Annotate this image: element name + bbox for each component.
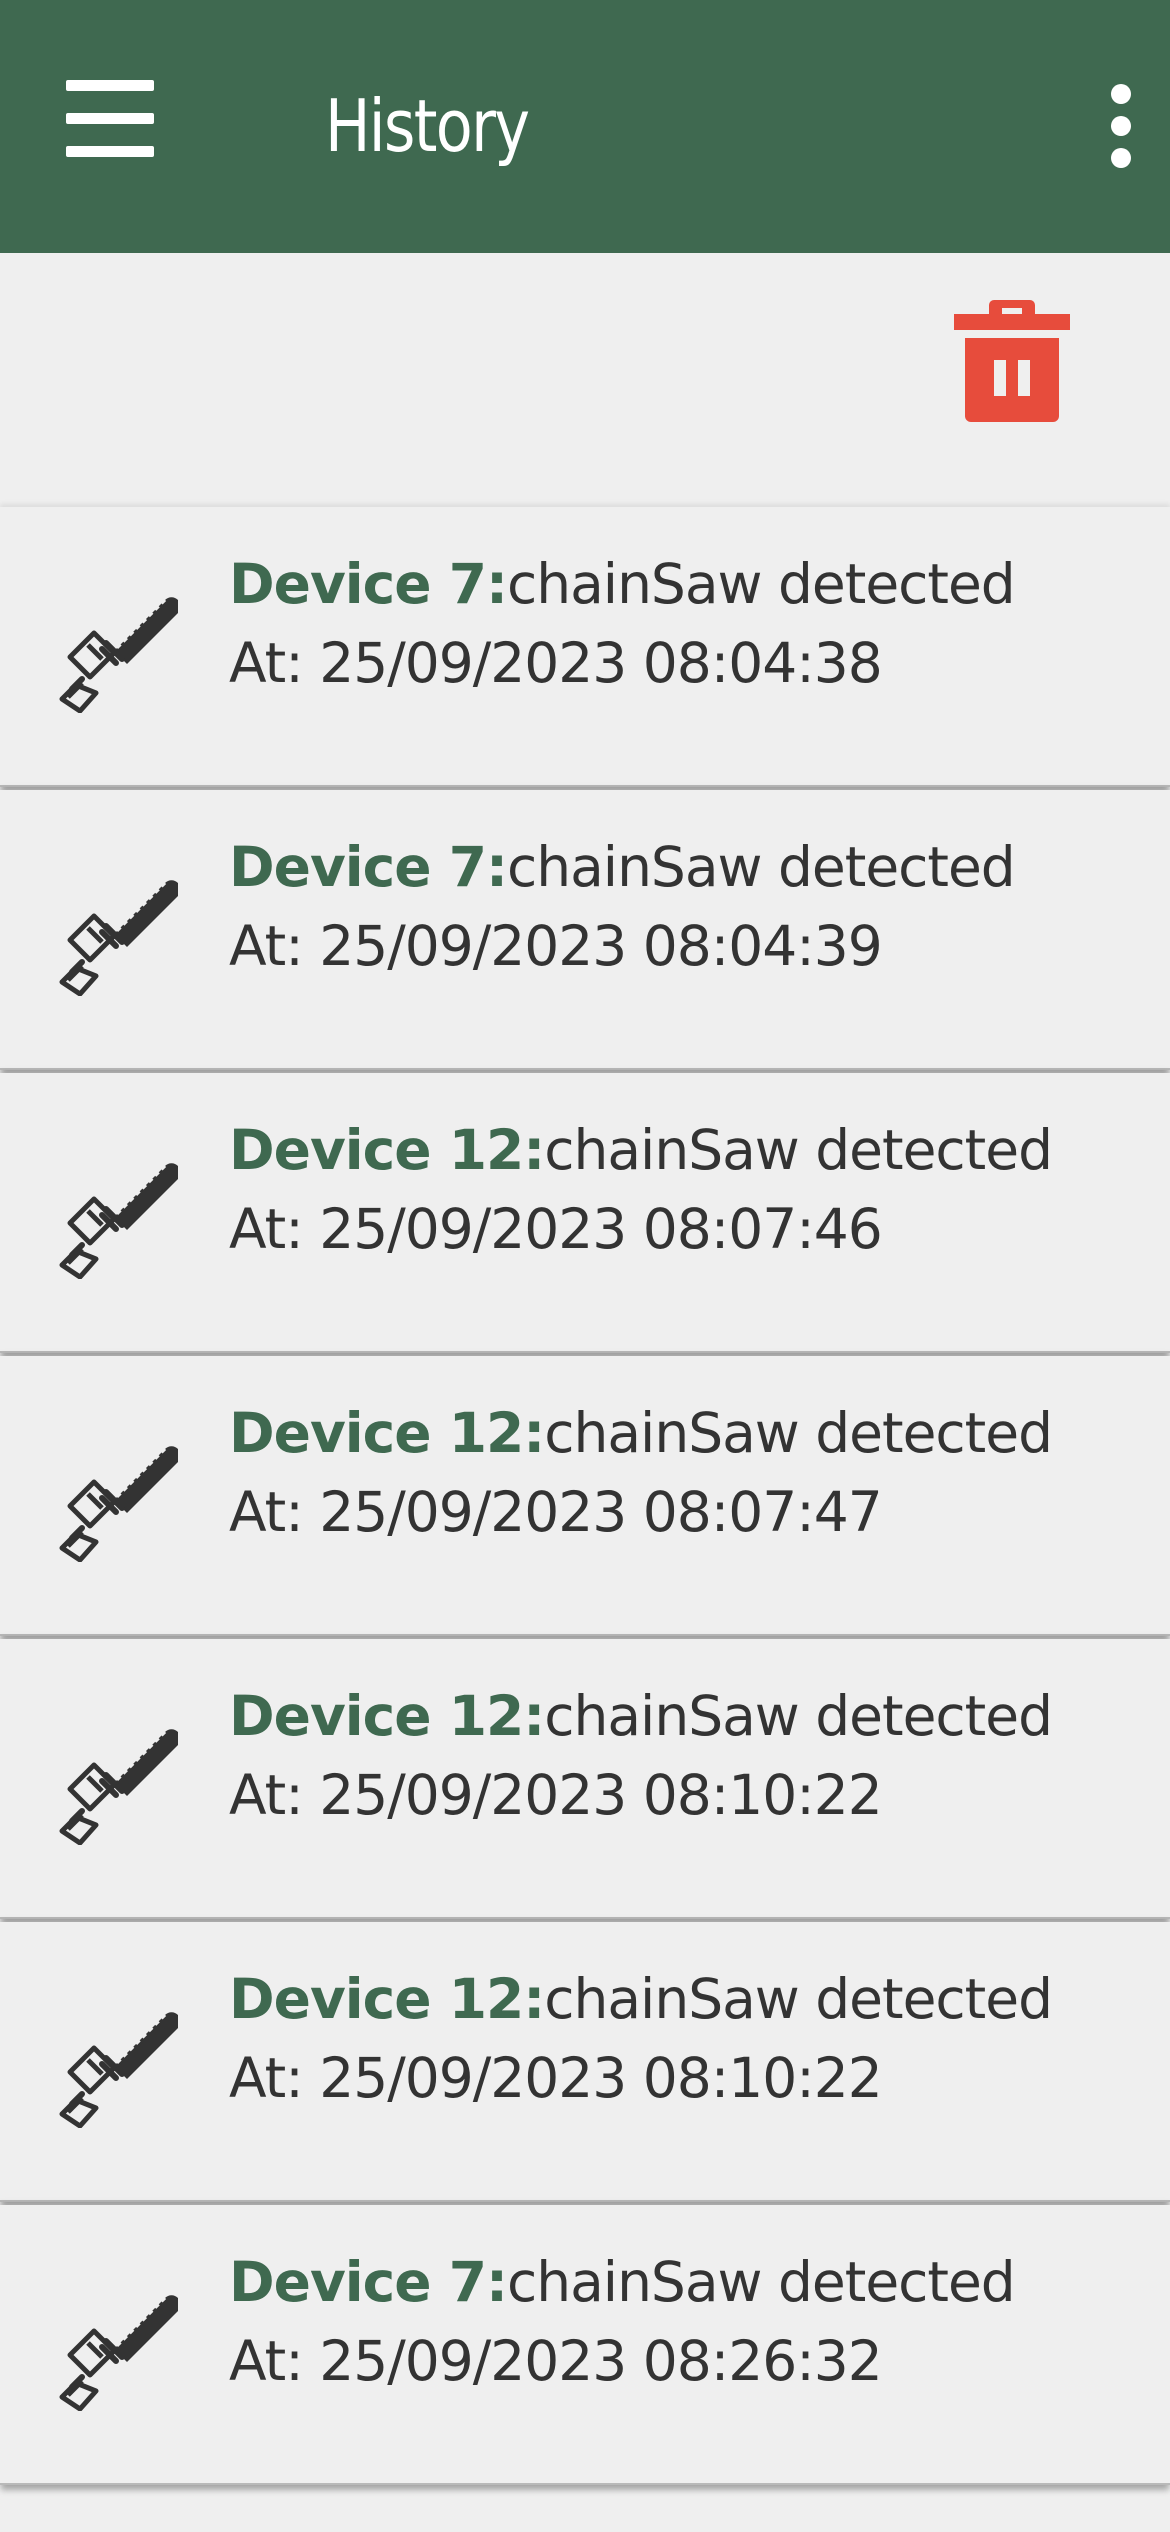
chainsaw-icon: [59, 1163, 178, 1279]
hamburger-menu-icon: [66, 80, 154, 157]
device-name: Device 7:: [229, 835, 508, 899]
event-text: chainSaw detected: [544, 1118, 1053, 1182]
chainsaw-icon: [59, 2012, 178, 2128]
chainsaw-icon: [59, 880, 178, 996]
event-text: chainSaw detected: [544, 1967, 1053, 2031]
page-title: History: [325, 84, 530, 168]
menu-button[interactable]: [52, 70, 168, 170]
event-text: chainSaw detected: [506, 2250, 1016, 2314]
device-name: Device 12:: [229, 1684, 545, 1748]
event-text: chainSaw detected: [544, 1684, 1053, 1748]
chainsaw-icon: [59, 1729, 178, 1845]
app-bar: History: [0, 0, 1170, 253]
history-item-title: Device 12:chainSaw detected: [229, 1962, 1053, 2036]
trash-icon: [954, 300, 1070, 422]
history-item[interactable]: Device 7:chainSaw detected At: 25/09/202…: [0, 790, 1170, 1070]
history-item[interactable]: Device 12:chainSaw detected At: 25/09/20…: [0, 1073, 1170, 1353]
chainsaw-icon: [59, 597, 178, 713]
history-item[interactable]: Device 12:chainSaw detected At: 25/09/20…: [0, 1922, 1170, 2202]
chainsaw-icon: [59, 1446, 178, 1562]
event-timestamp: At: 25/09/2023 08:04:38: [229, 631, 883, 695]
event-timestamp: At: 25/09/2023 08:10:22: [229, 1763, 883, 1827]
list-bottom-edge: [0, 2510, 1170, 2532]
event-timestamp: At: 25/09/2023 08:07:47: [229, 1480, 883, 1544]
history-item-title: Device 7:chainSaw detected: [229, 2245, 1016, 2319]
delete-history-button[interactable]: [946, 292, 1078, 430]
history-item[interactable]: Device 12:chainSaw detected At: 25/09/20…: [0, 1356, 1170, 1636]
device-name: Device 7:: [229, 552, 508, 616]
overflow-menu-button[interactable]: [1086, 76, 1156, 176]
event-timestamp: At: 25/09/2023 08:04:39: [229, 914, 883, 978]
history-item[interactable]: Device 7:chainSaw detected At: 25/09/202…: [0, 507, 1170, 787]
event-timestamp: At: 25/09/2023 08:26:32: [229, 2329, 883, 2393]
history-item[interactable]: Device 12:chainSaw detected At: 25/09/20…: [0, 1639, 1170, 1919]
device-name: Device 12:: [229, 1401, 545, 1465]
history-item-title: Device 12:chainSaw detected: [229, 1113, 1053, 1187]
device-name: Device 7:: [229, 2250, 508, 2314]
event-text: chainSaw detected: [506, 552, 1016, 616]
more-vertical-icon: [1111, 84, 1131, 168]
event-text: chainSaw detected: [506, 835, 1016, 899]
device-name: Device 12:: [229, 1967, 545, 2031]
event-timestamp: At: 25/09/2023 08:07:46: [229, 1197, 883, 1261]
event-timestamp: At: 25/09/2023 08:10:22: [229, 2046, 883, 2110]
history-item-title: Device 12:chainSaw detected: [229, 1396, 1053, 1470]
history-item-title: Device 7:chainSaw detected: [229, 830, 1016, 904]
history-item-title: Device 7:chainSaw detected: [229, 547, 1016, 621]
history-item-title: Device 12:chainSaw detected: [229, 1679, 1053, 1753]
chainsaw-icon: [59, 2295, 178, 2411]
event-text: chainSaw detected: [544, 1401, 1053, 1465]
device-name: Device 12:: [229, 1118, 545, 1182]
history-item[interactable]: Device 7:chainSaw detected At: 25/09/202…: [0, 2205, 1170, 2485]
